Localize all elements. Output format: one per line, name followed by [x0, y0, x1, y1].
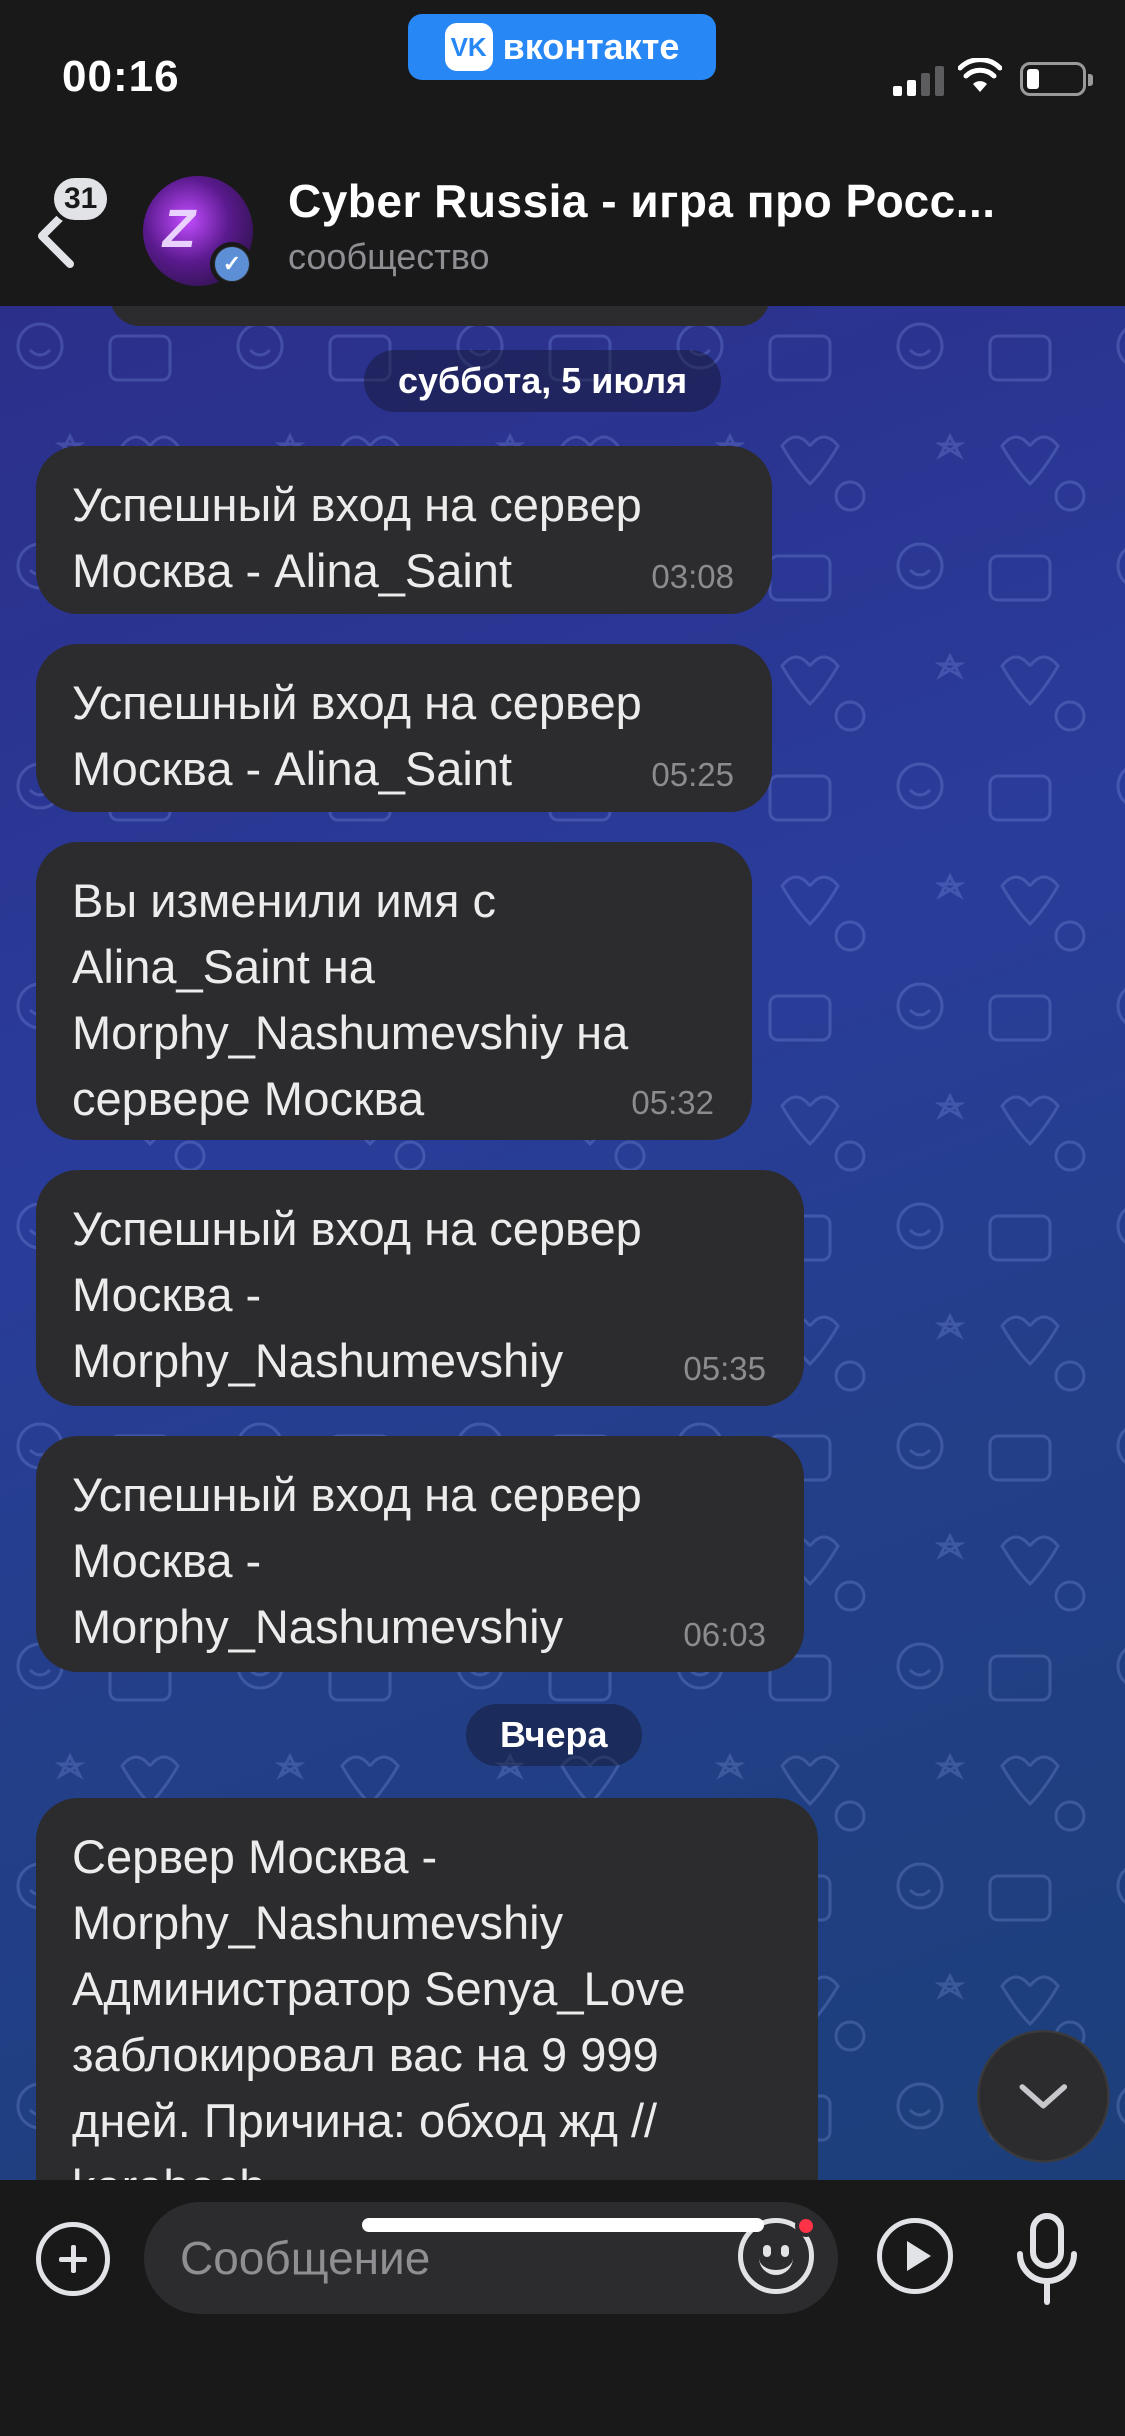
battery-low-icon [1020, 62, 1093, 96]
vk-app-badge[interactable]: VK вконтакте [408, 14, 716, 80]
attach-plus-icon[interactable] [36, 2222, 110, 2296]
message-time: 05:35 [683, 1350, 766, 1387]
vk-logo-icon: VK [444, 23, 493, 71]
community-logo-icon: Z [157, 199, 202, 259]
message-list[interactable]: суббота, 5 июля Успешный вход на сервер … [0, 306, 1125, 2180]
message-time: 03:08 [651, 558, 734, 595]
vk-app-label: вконтакте [502, 26, 680, 67]
cellular-signal-icon [893, 66, 944, 96]
message-time: 06:03 [683, 1616, 766, 1653]
video-message-icon[interactable] [877, 2218, 953, 2294]
date-separator: суббота, 5 июля [364, 350, 722, 412]
verified-badge-icon: ✓ [210, 242, 254, 286]
message-text: Успешный вход на сервер Москва - Alina_S… [72, 676, 642, 795]
unread-count-badge[interactable]: 31 [50, 174, 112, 224]
chat-header: 31 Z ✓ Cyber Russia - игра про Росс... с… [0, 150, 1125, 306]
previous-message-bubble [110, 306, 770, 326]
message-text: Успешный вход на сервер Москва - Morphy_… [72, 1202, 642, 1387]
message-text: Успешный вход на сервер Москва - Alina_S… [72, 478, 642, 597]
message-text: Успешный вход на сервер Москва - Morphy_… [72, 1468, 642, 1653]
message-bubble[interactable]: Успешный вход на сервер Москва - Morphy_… [36, 1170, 804, 1406]
microphone-icon[interactable] [1012, 2210, 1082, 2310]
message-bubble[interactable]: Успешный вход на сервер Москва - Morphy_… [36, 1436, 804, 1672]
date-separator: Вчера [466, 1704, 642, 1766]
message-bubble[interactable]: Сервер Москва - Morphy_Nashumevshiy Адми… [36, 1798, 818, 2180]
home-indicator [362, 2218, 764, 2232]
message-text: Сервер Москва - Morphy_Nashumevshiy Адми… [72, 1830, 686, 2180]
message-time: 05:32 [631, 1084, 714, 1121]
message-bubble[interactable]: Вы изменили имя с Alina_Saint на Morphy_… [36, 842, 752, 1140]
chevron-down-icon [1019, 2084, 1068, 2109]
status-time: 00:16 [62, 52, 180, 101]
message-text: Вы изменили имя с Alina_Saint на Morphy_… [72, 874, 629, 1125]
scroll-to-bottom-button[interactable] [977, 2030, 1110, 2163]
message-bubble[interactable]: Успешный вход на сервер Москва - Alina_S… [36, 644, 772, 812]
message-time: 05:25 [651, 756, 734, 793]
notification-dot [795, 2215, 817, 2237]
chat-subtitle: сообщество [288, 236, 490, 277]
wifi-icon [958, 58, 1002, 92]
message-bubble[interactable]: Успешный вход на сервер Москва - Alina_S… [36, 446, 772, 614]
status-bar: 00:16 VK вконтакте [0, 0, 1125, 150]
chat-title[interactable]: Cyber Russia - игра про Росс... [288, 174, 1088, 228]
